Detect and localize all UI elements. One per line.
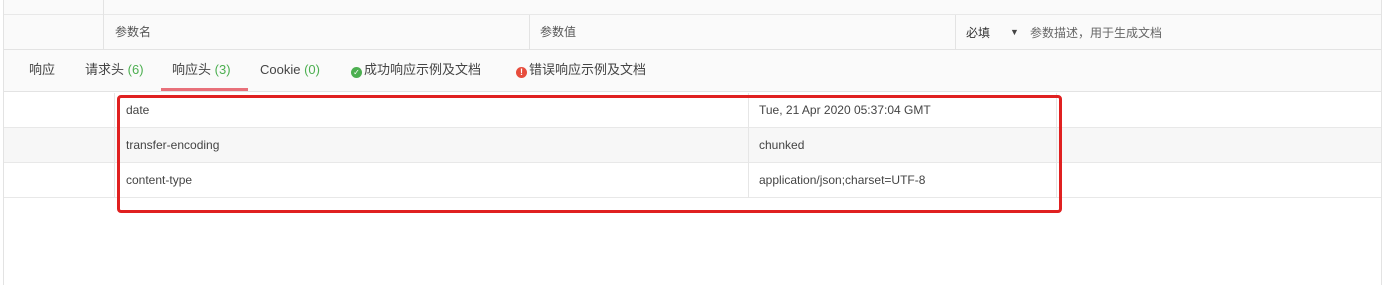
- column-divider: [1056, 93, 1057, 128]
- column-divider: [114, 128, 115, 163]
- header-key: transfer-encoding: [126, 138, 220, 152]
- header-key: content-type: [126, 173, 193, 187]
- tab-label: 成功响应示例及文档: [364, 62, 482, 77]
- caret-down-icon[interactable]: ▼: [1010, 15, 1019, 50]
- column-divider: [748, 93, 749, 128]
- response-tabs: 响应 请求头 (6) 响应头 (3) Cookie (0) ✓ 成功响应示例及文档…: [4, 50, 1381, 92]
- tab-error-example[interactable]: ! 错误响应示例及文档: [516, 50, 646, 92]
- param-description-input[interactable]: 参数描述，用于生成文档: [1030, 15, 1162, 50]
- active-tab-indicator: [161, 88, 248, 91]
- column-divider: [103, 15, 104, 50]
- column-divider: [955, 15, 956, 50]
- tab-response-headers[interactable]: 响应头 (3): [172, 50, 231, 92]
- param-value-input[interactable]: 参数值: [540, 15, 576, 50]
- tab-count: (0): [304, 62, 320, 77]
- column-divider: [114, 163, 115, 198]
- required-select[interactable]: 必填: [966, 15, 990, 50]
- header-value: chunked: [759, 138, 805, 152]
- column-divider: [1056, 163, 1057, 198]
- response-headers-table: date Tue, 21 Apr 2020 05:37:04 GMT trans…: [4, 93, 1381, 198]
- tab-count: (3): [214, 62, 231, 77]
- header-value: Tue, 21 Apr 2020 05:37:04 GMT: [759, 103, 931, 117]
- tab-label: 错误响应示例及文档: [529, 62, 647, 77]
- column-divider: [748, 128, 749, 163]
- column-divider: [114, 93, 115, 128]
- check-circle-icon: ✓: [351, 67, 362, 78]
- tab-cookie[interactable]: Cookie (0): [260, 50, 320, 92]
- tab-label: Cookie: [260, 62, 301, 77]
- column-divider: [748, 163, 749, 198]
- previous-param-row: [4, 0, 1381, 15]
- header-value: application/json;charset=UTF-8: [759, 173, 926, 187]
- tab-label: 响应: [29, 62, 56, 77]
- param-name-input[interactable]: 参数名: [115, 15, 151, 50]
- tab-label: 请求头: [85, 62, 125, 77]
- tab-response[interactable]: 响应: [29, 50, 55, 92]
- exclamation-circle-icon: !: [516, 67, 527, 78]
- table-row: content-type application/json;charset=UT…: [4, 163, 1381, 198]
- table-row: transfer-encoding chunked: [4, 128, 1381, 163]
- tab-request-headers[interactable]: 请求头 (6): [85, 50, 144, 92]
- tab-count: (6): [127, 62, 144, 77]
- table-row: date Tue, 21 Apr 2020 05:37:04 GMT: [4, 93, 1381, 128]
- column-divider: [103, 0, 104, 15]
- column-divider: [529, 15, 530, 50]
- param-input-row: 参数名 参数值 必填 ▼ 参数描述，用于生成文档: [4, 15, 1381, 50]
- tab-success-example[interactable]: ✓ 成功响应示例及文档: [351, 50, 481, 92]
- api-params-panel: 参数名 参数值 必填 ▼ 参数描述，用于生成文档 响应 请求头 (6) 响应头 …: [3, 0, 1382, 285]
- header-key: date: [126, 103, 150, 117]
- tab-label: 响应头: [172, 62, 212, 77]
- column-divider: [1056, 128, 1057, 163]
